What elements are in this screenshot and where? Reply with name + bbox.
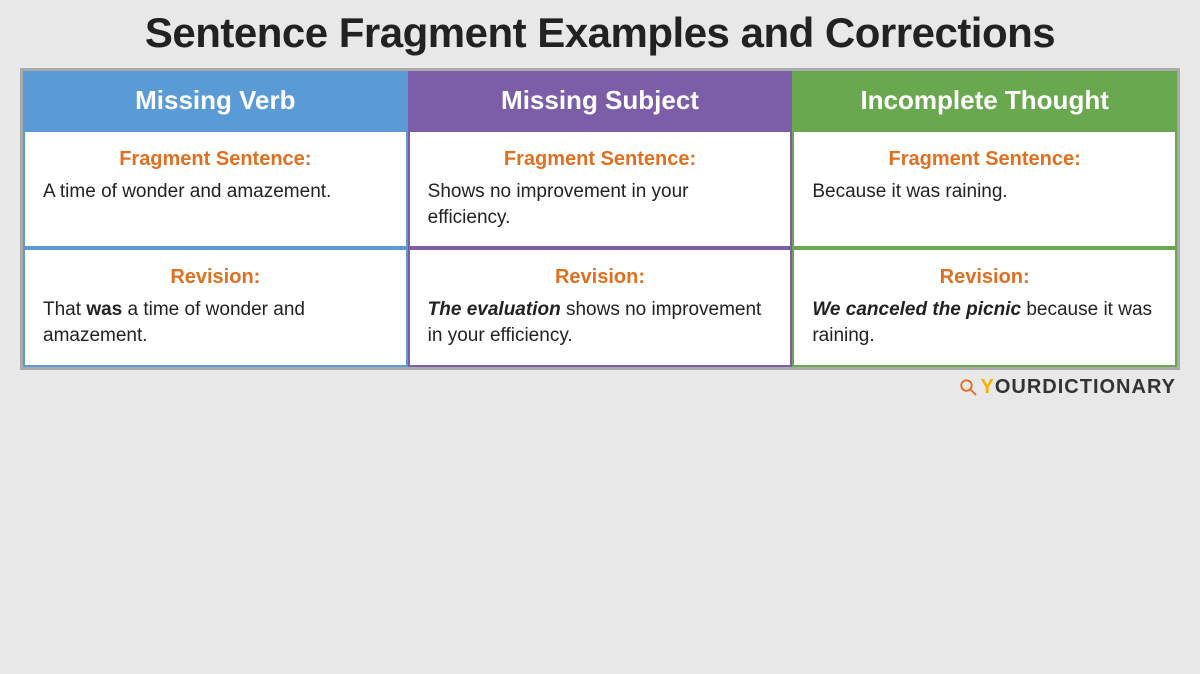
page-title: Sentence Fragment Examples and Correctio… (145, 10, 1055, 56)
revision-label-incomplete: Revision: (812, 266, 1157, 289)
fragment-text-verb: A time of wonder and amazement. (43, 179, 388, 205)
column-header-verb: Missing Verb (23, 71, 408, 130)
column-header-incomplete: Incomplete Thought (792, 71, 1177, 130)
footer: YOURDICTIONARY (20, 376, 1180, 399)
cell-incomplete-revision: Revision: We canceled the picnic because… (792, 248, 1177, 366)
revision-text-verb: That was a time of wonder and amazement. (43, 297, 388, 348)
cell-incomplete-fragment: Fragment Sentence: Because it was rainin… (792, 130, 1177, 248)
column-header-subject: Missing Subject (408, 71, 793, 130)
cell-verb-fragment: Fragment Sentence: A time of wonder and … (23, 130, 408, 248)
fragment-label-subject: Fragment Sentence: (428, 148, 773, 171)
cell-subject-fragment: Fragment Sentence: Shows no improvement … (408, 130, 793, 248)
fragment-label-verb: Fragment Sentence: (43, 148, 388, 171)
fragment-label-incomplete: Fragment Sentence: (812, 148, 1157, 171)
main-grid: Missing Verb Missing Subject Incomplete … (20, 68, 1180, 370)
brand-y: Y (981, 376, 995, 398)
fragment-text-incomplete: Because it was raining. (812, 179, 1157, 205)
cell-subject-revision: Revision: The evaluation shows no improv… (408, 248, 793, 366)
revision-text-incomplete: We canceled the picnic because it was ra… (812, 297, 1157, 348)
magnify-icon (959, 378, 977, 396)
cell-verb-revision: Revision: That was a time of wonder and … (23, 248, 408, 366)
revision-text-subject: The evaluation shows no improvement in y… (428, 297, 773, 348)
revision-label-verb: Revision: (43, 266, 388, 289)
revision-label-subject: Revision: (428, 266, 773, 289)
brand-logo: YOURDICTIONARY (981, 376, 1177, 399)
brand-rest: OURDICTIONARY (995, 376, 1176, 398)
fragment-text-subject: Shows no improvement in your efficiency. (428, 179, 773, 230)
